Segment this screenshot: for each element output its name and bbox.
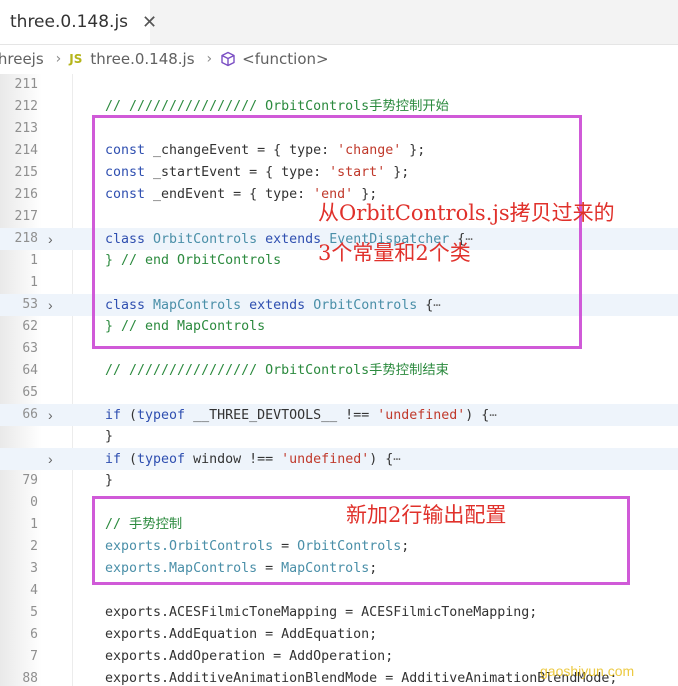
- code-line[interactable]: 66 › if (typeof __THREE_DEVTOOLS__ !== 'un…: [0, 404, 678, 426]
- code-token: exports.ACESFilmicToneMapping = ACESFilm…: [105, 605, 538, 620]
- code-text: exports.ACESFilmicToneMapping = ACESFilm…: [105, 602, 537, 624]
- code-token: if: [105, 452, 122, 467]
- code-line[interactable]: 64 // //////////////// OrbitControls手势控制结…: [0, 360, 678, 382]
- line-number: 65: [22, 385, 38, 400]
- code-token: exports.AddEquation = AddEquation;: [105, 627, 378, 642]
- folded-ellipsis-icon[interactable]: ⋯: [393, 452, 400, 466]
- line-number: 4: [30, 583, 38, 598]
- code-token: (: [121, 452, 138, 467]
- line-number: 7: [30, 649, 38, 664]
- code-token: ) {: [465, 408, 490, 423]
- breadcrumb-symbol[interactable]: <function>: [242, 50, 328, 68]
- code-token: window !==: [185, 452, 282, 467]
- code-text: }: [105, 470, 113, 492]
- watermark-text: gaoshiyun.com: [540, 663, 635, 679]
- code-line[interactable]: 65: [0, 382, 678, 404]
- line-number: 217: [14, 209, 38, 224]
- code-line[interactable]: 79}: [0, 470, 678, 492]
- breadcrumb-folder[interactable]: threejs: [0, 50, 44, 68]
- line-number: 215: [14, 165, 38, 180]
- line-number: 216: [14, 187, 38, 202]
- code-token: 'undefined': [281, 452, 370, 467]
- line-number: 63: [22, 341, 38, 356]
- annotation-note-line2: 3个常量和2个类: [318, 241, 471, 265]
- line-number: 6: [30, 627, 38, 642]
- line-number: 212: [14, 99, 38, 114]
- annotation-note-exports: 新加2行输出配置: [346, 503, 507, 527]
- code-token: if: [105, 408, 122, 423]
- code-token: ) {: [369, 452, 394, 467]
- code-token: // //////////////// OrbitControls手势控制结束: [105, 363, 449, 378]
- line-number: 3: [30, 561, 38, 576]
- cube-icon: [221, 51, 235, 67]
- code-token: }: [105, 429, 114, 444]
- chevron-right-icon: ›: [206, 51, 213, 67]
- code-token: }: [105, 473, 114, 488]
- code-text: if (typeof __THREE_DEVTOOLS__ !== 'undef…: [105, 404, 497, 427]
- code-token: (: [121, 408, 138, 423]
- line-number: 5: [30, 605, 38, 620]
- line-number: 1: [30, 253, 38, 268]
- breadcrumb-file[interactable]: three.0.148.js: [90, 50, 194, 68]
- code-text: // //////////////// OrbitControls手势控制结束: [105, 360, 449, 382]
- line-number: 1: [30, 517, 38, 532]
- tab-bar: three.0.148.js ✕: [0, 0, 678, 45]
- chevron-right-icon: ›: [55, 51, 62, 67]
- code-line[interactable]: › if (typeof window !== 'undefined') {⋯: [0, 448, 678, 470]
- fold-chevron-icon[interactable]: ›: [48, 448, 53, 470]
- line-number: 211: [14, 77, 38, 92]
- code-line[interactable]: 5 exports.ACESFilmicToneMapping = ACESFil…: [0, 602, 678, 624]
- code-text: exports.AddEquation = AddEquation;: [105, 624, 377, 646]
- line-number: 1: [30, 275, 38, 290]
- line-number: 218: [14, 231, 38, 246]
- js-file-icon: JS: [69, 52, 83, 66]
- tab-title: three.0.148.js: [10, 12, 129, 32]
- line-number: 0: [30, 495, 38, 510]
- line-number: 214: [14, 143, 38, 158]
- folded-ellipsis-icon[interactable]: ⋯: [489, 408, 496, 422]
- code-token: typeof: [137, 408, 186, 423]
- code-text: if (typeof window !== 'undefined') {⋯: [105, 448, 400, 471]
- annotation-note-line1: 从OrbitControls.js拷贝过来的: [318, 201, 615, 225]
- breadcrumb: threejs › JS three.0.148.js › <function>: [0, 45, 678, 73]
- code-token: typeof: [137, 452, 186, 467]
- line-number: 66: [22, 407, 38, 422]
- code-token: __THREE_DEVTOOLS__ !==: [185, 408, 378, 423]
- code-text: exports.AddOperation = AddOperation;: [105, 646, 393, 668]
- fold-chevron-icon[interactable]: ›: [48, 404, 53, 426]
- code-text: }: [105, 426, 113, 448]
- code-token: // //////////////// OrbitControls手势控制开始: [105, 99, 449, 114]
- line-number: 79: [22, 473, 38, 488]
- code-line[interactable]: 6 exports.AddEquation = AddEquation;: [0, 624, 678, 646]
- code-token: exports.AddOperation = AddOperation;: [105, 649, 394, 664]
- line-number: 213: [14, 121, 38, 136]
- annotation-box-classes: [92, 115, 582, 349]
- code-line[interactable]: 211: [0, 74, 678, 96]
- line-number: 62: [22, 319, 38, 334]
- line-number: 2: [30, 539, 38, 554]
- fold-chevron-icon[interactable]: ›: [48, 294, 53, 316]
- fold-chevron-icon[interactable]: ›: [48, 228, 53, 250]
- code-line[interactable]: }: [0, 426, 678, 448]
- line-number: 64: [22, 363, 38, 378]
- close-icon[interactable]: ✕: [142, 12, 157, 33]
- editor-tab[interactable]: three.0.148.js ✕: [0, 0, 157, 44]
- line-number: 53: [22, 297, 38, 312]
- code-token: 'undefined': [377, 408, 466, 423]
- line-number: 88: [22, 671, 38, 686]
